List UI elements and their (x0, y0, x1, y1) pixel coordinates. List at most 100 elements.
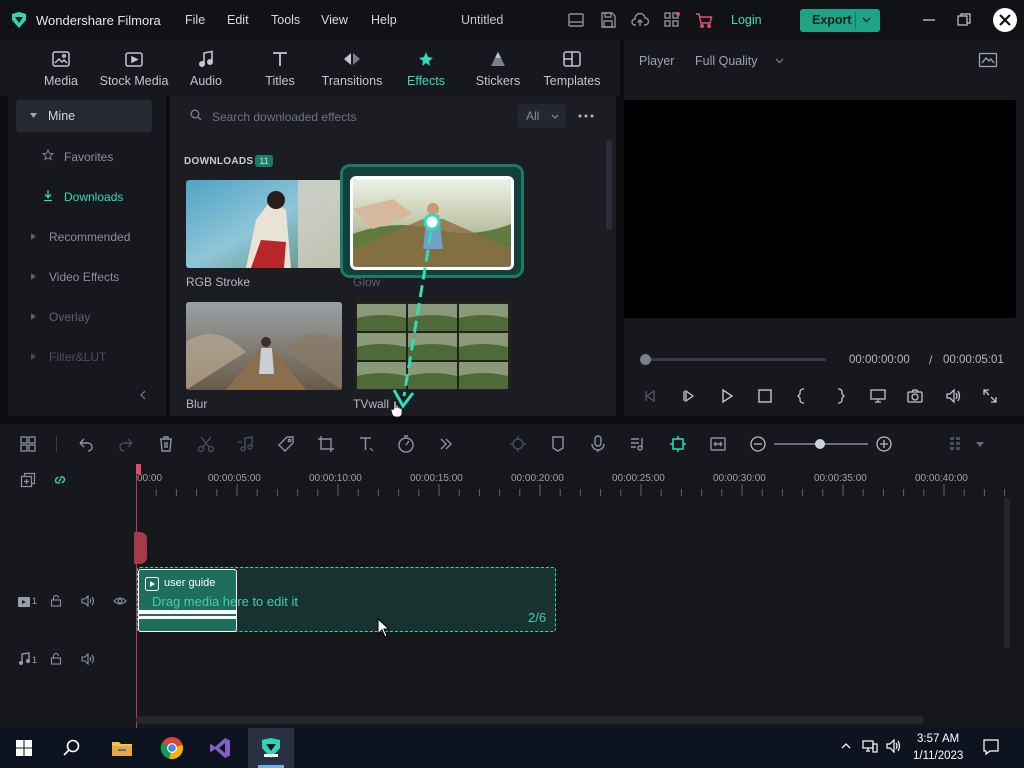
effect-thumbnail-blur[interactable] (186, 302, 342, 390)
volume-icon[interactable] (944, 387, 962, 405)
category-recommended[interactable]: Recommended (49, 230, 130, 244)
text-icon[interactable] (356, 434, 376, 454)
playhead-marker[interactable] (134, 532, 147, 564)
layout-icon[interactable] (567, 11, 585, 29)
cloud-upload-icon[interactable] (631, 11, 649, 29)
timeline-vertical-scrollbar[interactable] (1004, 498, 1010, 648)
undo-icon[interactable] (76, 434, 96, 454)
notifications-icon[interactable] (982, 738, 1000, 756)
tab-audio[interactable]: Audio (182, 40, 230, 96)
lock-icon[interactable] (50, 595, 62, 607)
volume-icon[interactable] (886, 739, 902, 753)
network-icon[interactable] (862, 739, 878, 753)
chevron-down-icon[interactable] (976, 442, 984, 447)
playhead-handle[interactable] (136, 464, 141, 474)
add-track-icon[interactable] (20, 472, 36, 488)
marker-icon[interactable] (548, 434, 568, 454)
fit-timeline-icon[interactable] (708, 434, 728, 454)
category-favorites[interactable]: Favorites (64, 150, 113, 164)
category-mine[interactable]: Mine (16, 100, 152, 132)
close-button[interactable] (993, 8, 1017, 32)
category-filter-lut[interactable]: Filter&LUT (49, 350, 106, 364)
menu-file[interactable]: File (185, 13, 205, 27)
menu-help[interactable]: Help (371, 13, 397, 27)
tab-transitions[interactable]: Transitions (320, 40, 384, 96)
category-overlay[interactable]: Overlay (49, 310, 90, 324)
camera-icon[interactable] (906, 387, 924, 405)
mark-in-icon[interactable] (793, 387, 811, 405)
login-button[interactable]: Login (731, 13, 762, 27)
snap-icon[interactable] (668, 434, 688, 454)
quality-select[interactable]: Full Quality (695, 54, 758, 68)
menu-view[interactable]: View (321, 13, 348, 27)
chrome-icon[interactable] (160, 736, 184, 760)
tab-stickers[interactable]: Stickers (474, 40, 522, 96)
caret-right-icon (31, 313, 36, 320)
timeline-ruler[interactable] (136, 464, 1016, 498)
microphone-icon[interactable] (588, 434, 608, 454)
tab-templates[interactable]: Templates (540, 40, 604, 96)
audio-detach-icon[interactable] (236, 434, 256, 454)
tab-titles[interactable]: Titles (256, 40, 304, 96)
taskbar-time[interactable]: 3:57 AM (917, 733, 959, 745)
split-icon[interactable] (196, 434, 216, 454)
file-explorer-icon[interactable] (110, 736, 134, 760)
menu-tools[interactable]: Tools (271, 13, 300, 27)
tag-icon[interactable] (276, 434, 296, 454)
mute-icon[interactable] (81, 653, 95, 665)
zoom-in-icon[interactable] (874, 434, 894, 454)
timeline-horizontal-scrollbar[interactable] (136, 716, 924, 724)
zoom-slider-handle[interactable] (815, 439, 825, 449)
chevron-down-icon[interactable] (862, 17, 871, 23)
mute-icon[interactable] (81, 595, 95, 607)
chevron-up-icon[interactable] (840, 740, 852, 752)
link-icon[interactable] (52, 472, 68, 488)
tab-media[interactable]: Media (38, 40, 84, 96)
filmora-taskbar-icon[interactable] (259, 736, 283, 760)
collapse-panel-icon[interactable] (138, 389, 148, 401)
lock-icon[interactable] (50, 653, 62, 665)
next-frame-icon[interactable] (680, 387, 698, 405)
taskbar-date[interactable]: 1/11/2023 (913, 750, 963, 762)
visual-studio-icon[interactable] (208, 736, 232, 760)
minimize-icon[interactable] (920, 11, 938, 29)
search-icon[interactable] (60, 736, 84, 760)
more-tools-icon[interactable] (436, 434, 456, 454)
tab-effects[interactable]: Effects (402, 40, 450, 96)
apps-grid-icon[interactable] (663, 11, 681, 29)
category-video-effects[interactable]: Video Effects (49, 270, 119, 284)
layout-grid-icon[interactable] (18, 434, 38, 454)
stop-icon[interactable] (756, 387, 774, 405)
menu-edit[interactable]: Edit (227, 13, 249, 27)
windows-start-icon[interactable] (12, 736, 36, 760)
more-options-icon[interactable] (576, 108, 596, 124)
play-icon[interactable] (718, 387, 736, 405)
zoom-out-icon[interactable] (748, 434, 768, 454)
cart-icon[interactable] (695, 11, 713, 29)
chevron-down-icon[interactable] (775, 58, 784, 64)
snapshot-preview-icon[interactable] (978, 52, 998, 68)
crop-icon[interactable] (316, 434, 336, 454)
speed-icon[interactable] (396, 434, 416, 454)
delete-icon[interactable] (156, 434, 176, 454)
restore-icon[interactable] (955, 11, 973, 29)
tab-stock-media[interactable]: Stock Media (98, 40, 170, 96)
save-icon[interactable] (599, 11, 617, 29)
video-preview[interactable] (624, 100, 1016, 318)
render-icon[interactable] (508, 434, 528, 454)
prev-frame-icon[interactable] (641, 387, 659, 405)
mark-out-icon[interactable] (831, 387, 849, 405)
redo-icon[interactable] (116, 434, 136, 454)
track-layout-icon[interactable] (946, 434, 966, 454)
playback-scrubber[interactable] (646, 358, 826, 361)
effect-thumbnail-rgb-stroke[interactable] (186, 180, 342, 268)
visibility-eye-icon[interactable] (113, 596, 127, 606)
scrubber-handle[interactable] (640, 354, 651, 365)
fullscreen-icon[interactable] (981, 387, 999, 405)
display-settings-icon[interactable] (869, 387, 887, 405)
category-downloads[interactable]: Downloads (64, 190, 123, 204)
voiceover-icon[interactable] (628, 434, 648, 454)
filter-select[interactable]: All (518, 104, 566, 128)
export-button[interactable]: Export (800, 9, 880, 32)
effects-scrollbar[interactable] (606, 140, 612, 230)
